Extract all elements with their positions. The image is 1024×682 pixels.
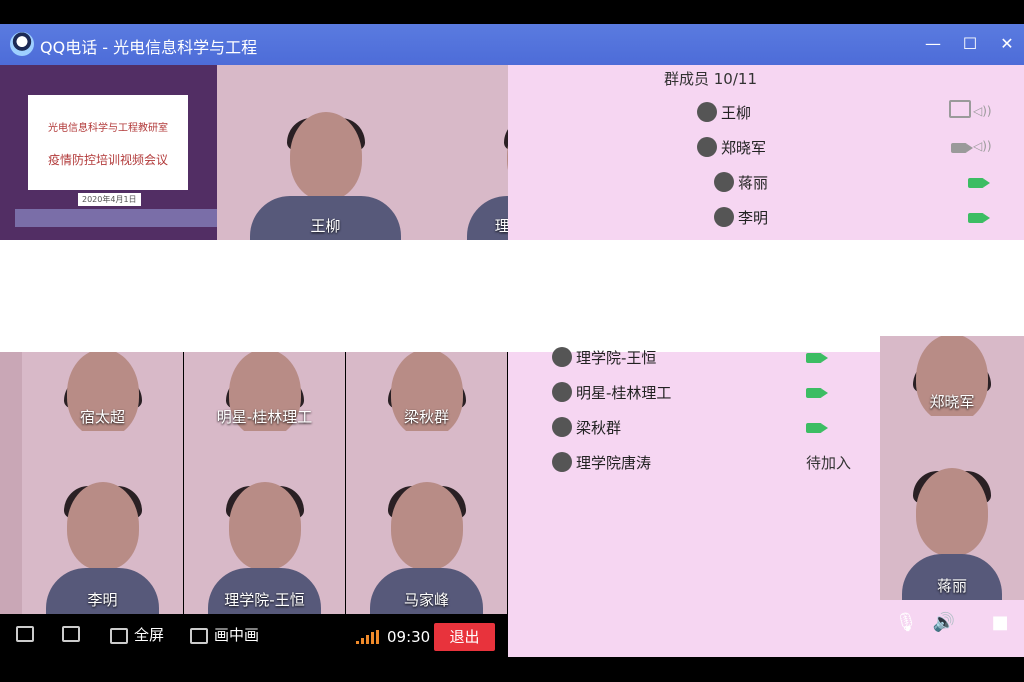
window-title: QQ电话 - 光电信息科学与工程	[40, 38, 258, 57]
video-tile[interactable]: 理学院-王恒	[184, 431, 345, 614]
avatar	[552, 452, 572, 472]
call-timer: 09:30	[387, 628, 431, 646]
slide-date: 2020年4月1日	[78, 193, 141, 206]
qq-logo-icon	[10, 32, 34, 56]
member-row[interactable]: 李明	[714, 203, 1014, 231]
video-person-face	[916, 467, 988, 556]
pip-icon	[190, 627, 208, 644]
member-name: 理学院-王恒	[576, 349, 657, 367]
video-tile[interactable]: 李明	[22, 431, 183, 614]
pip-button[interactable]: 画中画	[190, 624, 259, 648]
member-row[interactable]: 梁秋群	[552, 413, 852, 441]
avatar	[714, 207, 734, 227]
member-row[interactable]: 王柳 ◁))	[697, 98, 997, 126]
avatar	[697, 102, 717, 122]
camera-icon	[806, 423, 828, 433]
camera-icon	[968, 178, 990, 188]
title-bar: QQ电话 - 光电信息科学与工程 — ☐ ✕	[0, 24, 1024, 65]
members-header: 群成员 10/11	[664, 70, 757, 88]
pip-label: 画中画	[214, 626, 260, 644]
video-tile[interactable]: 蒋丽	[880, 416, 1024, 600]
call-toolbar: 全屏 画中画	[0, 614, 508, 657]
member-row[interactable]: 理学院唐涛 待加入	[552, 448, 852, 476]
video-tile[interactable]: 王柳	[217, 65, 434, 240]
video-person-face	[66, 482, 139, 571]
camera-icon	[968, 213, 990, 223]
presenter-button[interactable]	[62, 624, 86, 648]
fullscreen-label: 全屏	[134, 626, 165, 644]
camera-icon	[806, 388, 828, 398]
bottom-black-bar	[0, 657, 1024, 682]
member-row[interactable]: 明星-桂林理工	[552, 378, 852, 406]
minimize-button[interactable]: —	[920, 32, 946, 56]
slide-dept: 光电信息科学与工程教研室	[48, 123, 168, 134]
fullscreen-icon	[110, 627, 128, 644]
presenter-icon	[62, 625, 80, 642]
video-name: 明星-桂林理工	[216, 408, 313, 426]
video-name: 王柳	[310, 217, 341, 235]
exit-button[interactable]: 退出	[434, 623, 495, 651]
screen-share-icon	[949, 100, 971, 118]
member-name: 明星-桂林理工	[576, 384, 672, 402]
member-name: 梁秋群	[576, 419, 622, 437]
slide-card: 光电信息科学与工程教研室 疫情防控培训视频会议	[28, 95, 188, 190]
member-name: 理学院唐涛	[576, 454, 652, 472]
member-row[interactable]: 蒋丽	[714, 168, 1014, 196]
video-person-face	[289, 112, 362, 200]
avatar	[552, 382, 572, 402]
video-tile[interactable]: 郑晓军	[880, 336, 1024, 416]
member-name: 李明	[738, 209, 769, 227]
member-name: 王柳	[721, 104, 752, 122]
video-name: 宿太超	[79, 408, 125, 426]
avatar	[714, 172, 734, 192]
top-black-bar	[0, 0, 1024, 24]
video-name: 理学院-王恒	[224, 591, 305, 609]
video-person-face	[390, 482, 463, 571]
camera-icon	[951, 143, 973, 153]
member-name: 蒋丽	[738, 174, 769, 192]
video-name: 李明	[87, 591, 118, 609]
slide-title: 疫情防控培训视频会议	[47, 153, 168, 167]
screen-share-video[interactable]: 光电信息科学与工程教研室 疫情防控培训视频会议 2020年4月1日	[0, 65, 233, 240]
video-name: 郑晓军	[929, 393, 975, 411]
avatar	[552, 417, 572, 437]
video-tile[interactable]: 马家峰	[346, 431, 507, 614]
render-glitch-band	[0, 240, 1024, 352]
video-tile[interactable]: 宿太超	[22, 352, 183, 431]
speaker-icon[interactable]: 🔊	[932, 612, 956, 636]
maximize-button[interactable]: ☐	[957, 32, 983, 56]
camera-toggle-icon[interactable]: ■	[988, 612, 1012, 636]
speaker-wave-icon: ◁))	[973, 104, 992, 118]
signal-strength-icon	[356, 630, 380, 644]
video-name: 梁秋群	[403, 408, 449, 426]
share-screen-button[interactable]	[16, 624, 40, 648]
member-status: 待加入	[806, 454, 852, 472]
avatar	[552, 347, 572, 367]
fullscreen-button[interactable]: 全屏	[110, 624, 164, 648]
avatar	[697, 137, 717, 157]
slide-taskbar	[15, 209, 233, 227]
video-tile[interactable]: 明星-桂林理工	[184, 352, 345, 431]
video-name: 马家峰	[403, 591, 449, 609]
member-name: 郑晓军	[721, 139, 767, 157]
video-name: 蒋丽	[936, 577, 967, 595]
video-tile[interactable]: 梁秋群	[346, 352, 507, 431]
speaker-wave-icon: ◁))	[973, 139, 992, 153]
close-button[interactable]: ✕	[994, 32, 1020, 56]
member-row[interactable]: 理学院-王恒	[552, 343, 852, 371]
camera-icon	[806, 353, 828, 363]
microphone-icon[interactable]: 🎙	[894, 612, 918, 636]
video-person-face	[228, 482, 301, 571]
member-row[interactable]: 郑晓军 ◁))	[697, 133, 997, 161]
share-screen-icon	[16, 625, 34, 642]
video-tile-edge	[0, 352, 22, 614]
